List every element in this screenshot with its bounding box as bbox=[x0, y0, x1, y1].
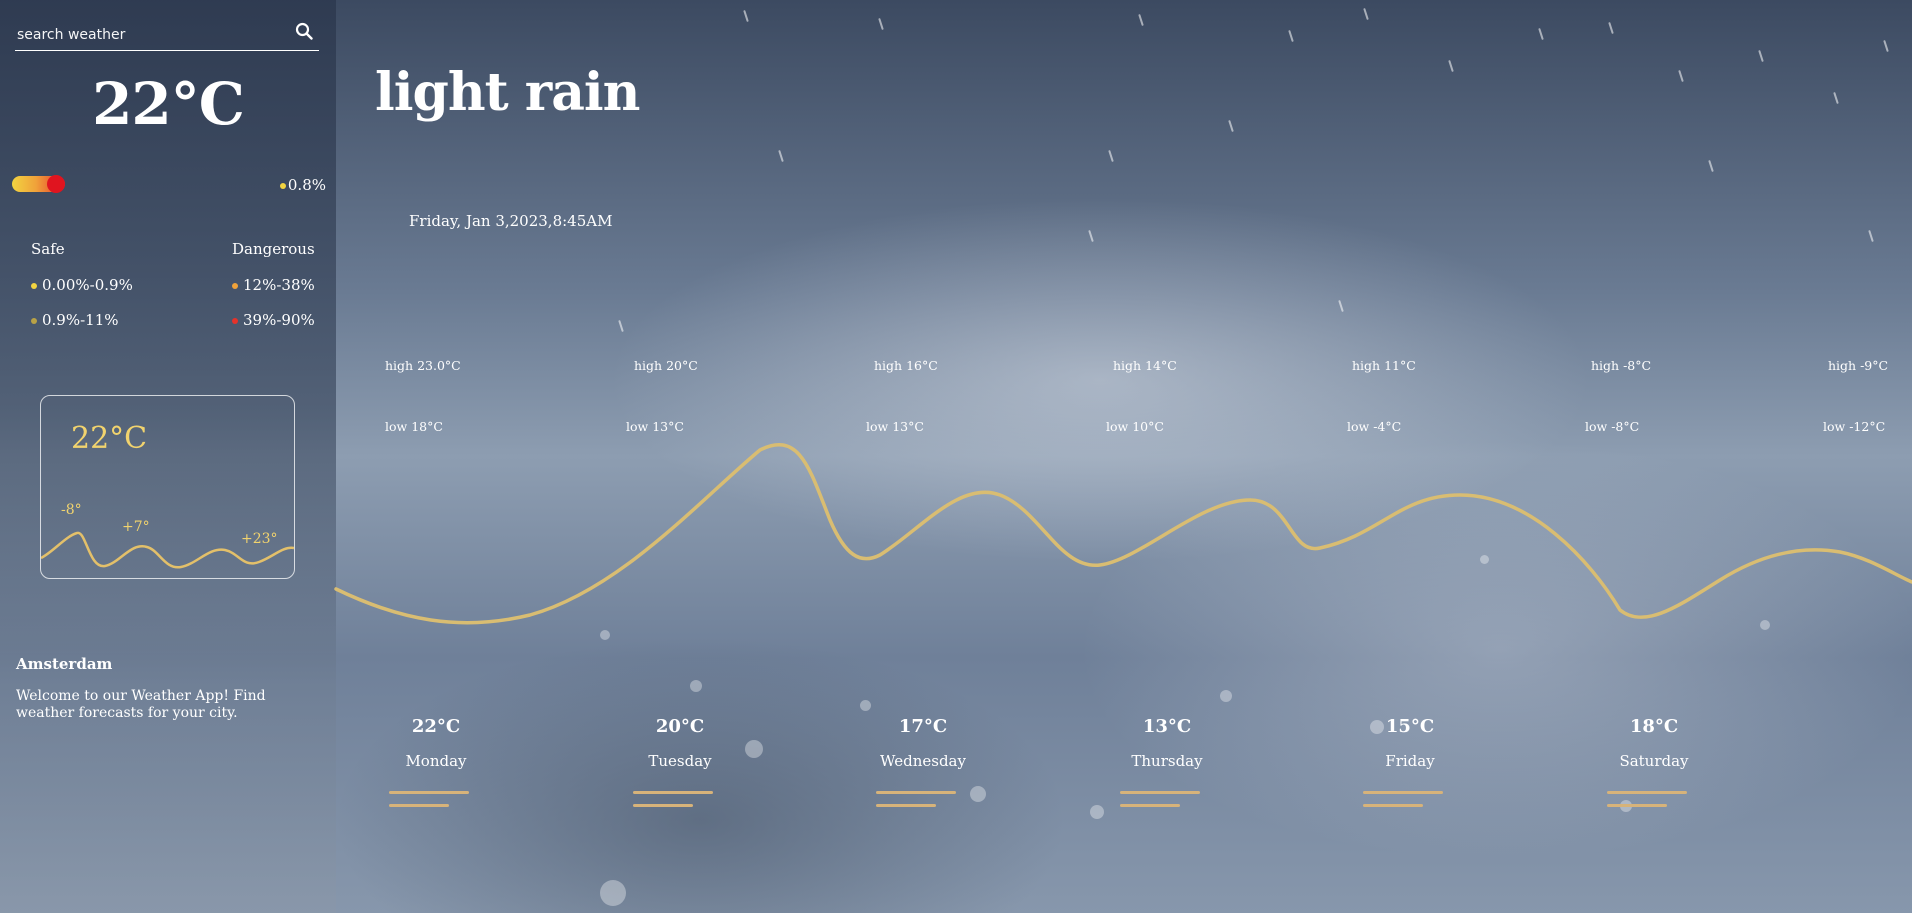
forecast-day-card: 17°C Wednesday bbox=[863, 716, 983, 807]
forecast-temperature: 15°C bbox=[1385, 716, 1435, 737]
forecast-bar bbox=[633, 791, 713, 794]
forecast-temperature: 13°C bbox=[1142, 716, 1192, 737]
forecast-day-card: 22°C Monday bbox=[376, 716, 496, 807]
forecast-day-card: 13°C Thursday bbox=[1107, 716, 1227, 807]
forecast-day-name: Friday bbox=[1385, 752, 1435, 770]
forecast-bar bbox=[876, 804, 936, 807]
forecast-bar bbox=[1607, 804, 1667, 807]
forecast-day-name: Wednesday bbox=[880, 752, 966, 770]
forecast-bar bbox=[389, 804, 449, 807]
forecast-bar bbox=[1120, 804, 1180, 807]
forecast-day-name: Monday bbox=[405, 752, 467, 770]
forecast-temperature: 20°C bbox=[655, 716, 705, 737]
forecast-day-name: Tuesday bbox=[648, 752, 712, 770]
forecast-bar bbox=[1363, 804, 1423, 807]
forecast-bar bbox=[389, 791, 469, 794]
temperature-trend-graph bbox=[334, 443, 1912, 625]
forecast-day-card: 15°C Friday bbox=[1350, 716, 1470, 807]
forecast-day-name: Thursday bbox=[1131, 752, 1203, 770]
temperature-trend-line bbox=[334, 443, 1912, 625]
forecast-temperature: 18°C bbox=[1629, 716, 1679, 737]
forecast-bar bbox=[1120, 791, 1200, 794]
forecast-day-card: 18°C Saturday bbox=[1594, 716, 1714, 807]
forecast-bar bbox=[1607, 791, 1687, 794]
forecast-temperature: 22°C bbox=[411, 716, 461, 737]
forecast-temperature: 17°C bbox=[898, 716, 948, 737]
forecast-day-name: Saturday bbox=[1619, 752, 1689, 770]
forecast-bar bbox=[876, 791, 956, 794]
forecast-bar bbox=[1363, 791, 1443, 794]
forecast-day-card: 20°C Tuesday bbox=[620, 716, 740, 807]
forecast-bar bbox=[633, 804, 693, 807]
